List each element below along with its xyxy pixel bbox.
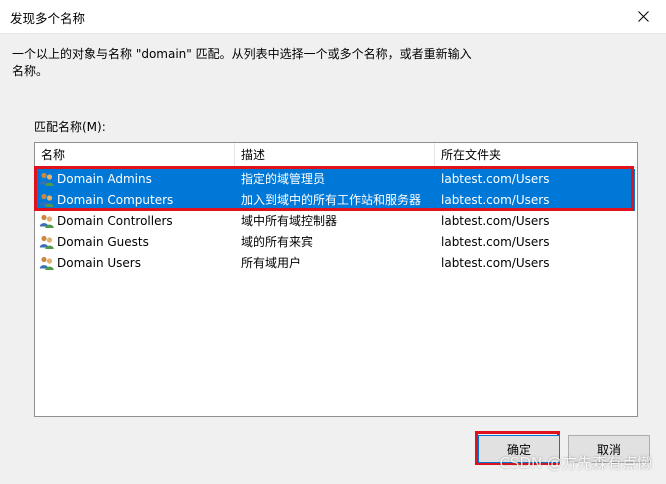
list-row[interactable]: Domain Users 所有域用户 labtest.com/Users <box>37 253 635 274</box>
dialog-message: 一个以上的对象与名称 "domain" 匹配。从列表中选择一个或多个名称，或者重… <box>12 47 472 78</box>
close-button[interactable] <box>620 0 666 33</box>
user-group-icon <box>39 235 54 249</box>
list-row[interactable]: Domain Guests 域的所有来宾 labtest.com/Users <box>37 232 635 253</box>
window-title: 发现多个名称 <box>10 11 86 26</box>
user-group-icon <box>39 193 54 207</box>
row-description: 指定的域管理员 <box>241 172 326 186</box>
row-description: 域的所有来宾 <box>241 235 314 249</box>
row-folder: labtest.com/Users <box>441 193 550 207</box>
row-name: Domain Admins <box>57 172 152 186</box>
title-bar: 发现多个名称 <box>0 0 666 34</box>
row-folder: labtest.com/Users <box>441 235 550 249</box>
watermark: CSDN @方先森有点懒 <box>499 454 652 472</box>
row-name: Domain Computers <box>57 193 174 207</box>
row-name: Domain Guests <box>57 235 149 249</box>
row-description: 所有域用户 <box>241 256 302 270</box>
list-row[interactable]: Domain Admins 指定的域管理员 labtest.com/Users <box>37 169 635 190</box>
matching-names-list[interactable]: 名称 描述 所在文件夹 Domain Admins 指定的域管理员 labtest.… <box>34 142 638 417</box>
column-header-description[interactable]: 描述 <box>235 143 435 167</box>
row-description: 加入到域中的所有工作站和服务器 <box>241 193 422 207</box>
row-description: 域中所有域控制器 <box>241 214 338 228</box>
list-header: 名称 描述 所在文件夹 <box>35 143 637 168</box>
row-folder: labtest.com/Users <box>441 214 550 228</box>
list-row[interactable]: Domain Controllers 域中所有域控制器 labtest.com/Us… <box>37 211 635 232</box>
row-folder: labtest.com/Users <box>441 256 550 270</box>
user-group-icon <box>39 172 54 186</box>
row-name: Domain Controllers <box>57 214 173 228</box>
column-header-folder[interactable]: 所在文件夹 <box>435 143 637 167</box>
column-header-name[interactable]: 名称 <box>35 143 235 167</box>
close-icon <box>637 11 649 22</box>
row-folder: labtest.com/Users <box>441 172 550 186</box>
user-group-icon <box>39 214 54 228</box>
row-name: Domain Users <box>57 256 141 270</box>
matching-names-label: 匹配名称(M): <box>34 120 106 134</box>
user-group-icon <box>39 256 54 270</box>
list-row[interactable]: Domain Computers 加入到域中的所有工作站和服务器 labtest.c… <box>37 190 635 211</box>
